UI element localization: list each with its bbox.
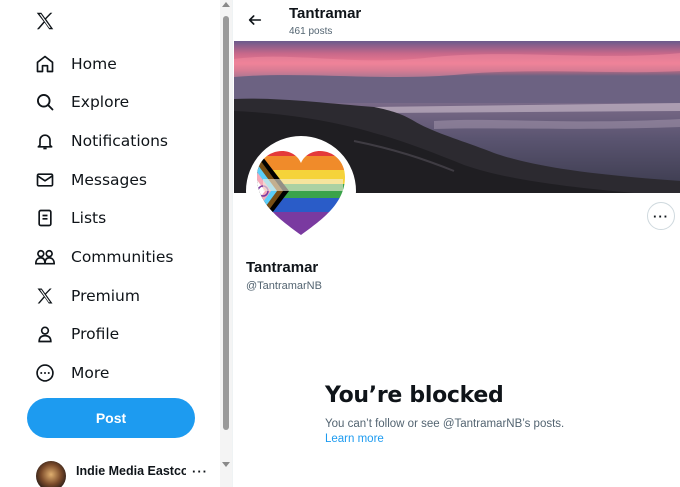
page-title: Tantramar [289,5,362,22]
scroll-down-arrow-icon[interactable] [222,462,230,467]
sidebar-item-label: More [71,364,110,382]
profile-header: Tantramar 461 posts [233,0,680,41]
sidebar-item-label: Profile [71,325,120,343]
scrollbar[interactable] [220,0,232,487]
sidebar-item-profile[interactable]: Profile [34,319,119,349]
list-icon [34,207,56,229]
sidebar-item-label: Messages [71,171,148,189]
envelope-icon [34,169,56,191]
sidebar-item-label: Explore [71,93,130,111]
back-arrow-icon[interactable] [246,11,264,29]
scroll-thumb[interactable] [223,16,229,430]
sidebar-item-more[interactable]: More [34,358,109,388]
account-name: Indie Media Eastco [76,464,186,478]
profile-handle: @TantramarNB [246,280,322,292]
learn-more-link[interactable]: Learn more [325,433,384,445]
x-logo-icon [34,285,56,307]
bell-icon [34,130,56,152]
person-icon [34,323,56,345]
sidebar-item-notifications[interactable]: Notifications [34,126,168,156]
sidebar-item-premium[interactable]: Premium [34,281,140,311]
sidebar-item-communities[interactable]: Communities [34,242,173,272]
more-circle-icon [34,362,56,384]
sidebar-item-label: Premium [71,287,140,305]
scroll-up-arrow-icon[interactable] [222,2,230,7]
avatar [36,461,66,487]
search-icon [34,91,56,113]
profile-avatar[interactable] [246,136,356,246]
profile-name: Tantramar [246,259,319,276]
profile-column: Tantramar 461 posts ··· Tantramar @Tantr… [232,0,680,487]
sidebar-item-label: Lists [71,209,107,227]
sidebar-item-explore[interactable]: Explore [34,87,129,117]
sidebar-item-label: Notifications [71,132,169,150]
blocked-title: You’re blocked [325,383,504,408]
account-switcher[interactable]: Indie Media Eastco ··· [36,458,216,487]
sidebar-item-home[interactable]: Home [34,49,117,79]
profile-more-button[interactable]: ··· [647,202,675,230]
sidebar: Home Explore Notifications Messages List… [0,0,220,487]
blocked-message: You can’t follow or see @TantramarNB’s p… [325,418,565,430]
sidebar-item-messages[interactable]: Messages [34,165,147,195]
sidebar-item-lists[interactable]: Lists [34,203,106,233]
sidebar-item-label: Communities [71,248,174,266]
post-count: 461 posts [289,26,333,37]
home-icon [34,53,56,75]
more-icon: ··· [192,463,208,479]
x-logo-icon[interactable] [34,10,58,34]
post-button[interactable]: Post [27,398,195,438]
sidebar-item-label: Home [71,55,117,73]
people-icon [34,246,56,268]
